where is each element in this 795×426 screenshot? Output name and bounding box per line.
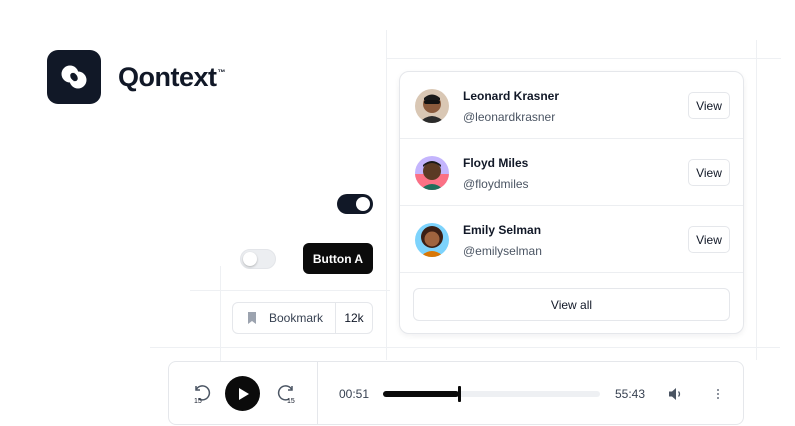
bookmark-count[interactable]: 12k [335,303,372,333]
svg-text:15: 15 [287,398,295,404]
rewind-15-icon[interactable]: 15 [191,382,213,409]
more-vertical-icon[interactable] [715,386,721,407]
view-all-button[interactable]: View all [413,288,730,321]
view-button[interactable]: View [688,226,730,253]
toggle-switch-on[interactable] [337,194,373,214]
user-handle: @leonardkrasner [463,110,556,124]
user-name: Emily Selman [463,223,542,237]
guide-line [386,58,781,59]
list-item: Emily Selman @emilyselman View [400,206,743,273]
progress-thumb[interactable] [457,386,461,402]
brand-name: Qontext™ [118,61,226,92]
button-a[interactable]: Button A [303,243,373,274]
bookmark-label: Bookmark [269,311,324,325]
guide-line [386,30,387,360]
user-name: Leonard Krasner [463,89,560,103]
bookmark-icon [248,312,256,324]
guide-line [756,40,757,360]
svg-text:15: 15 [194,398,202,404]
bookmark-button-group: Bookmark 12k [232,302,373,334]
avatar [415,156,449,190]
list-item: Floyd Miles @floydmiles View [400,139,743,206]
progress-track[interactable] [383,386,600,402]
users-card: Leonard Krasner @leonardkrasner View Flo… [399,71,744,334]
user-name: Floyd Miles [463,156,529,170]
current-time: 00:51 [339,387,370,401]
brand: Qontext™ [47,50,225,104]
user-handle: @emilyselman [463,244,542,258]
toggle-switch-off[interactable] [240,249,276,269]
toggle-knob [243,252,257,266]
qontext-logo-icon [47,50,101,104]
divider [317,362,318,424]
bookmark-button[interactable]: Bookmark [233,303,335,333]
guide-line [190,290,390,291]
play-icon [238,387,249,400]
view-button[interactable]: View [688,92,730,119]
list-item: Leonard Krasner @leonardkrasner View [400,72,743,139]
audio-player: 15 15 00:51 55:43 [168,361,744,425]
user-handle: @floydmiles [463,177,529,191]
avatar [415,223,449,257]
forward-15-icon[interactable]: 15 [275,382,297,409]
avatar [415,89,449,123]
guide-line [150,347,780,348]
volume-icon[interactable] [668,386,684,407]
progress-fill [383,391,459,397]
view-button[interactable]: View [688,159,730,186]
total-time: 55:43 [615,387,646,401]
play-button[interactable] [225,376,260,411]
toggle-knob [356,197,370,211]
